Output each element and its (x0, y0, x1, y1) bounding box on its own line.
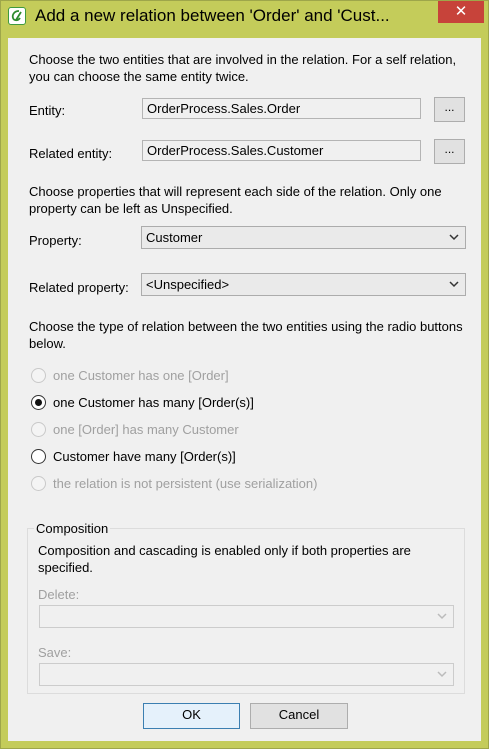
radio-selected-dot (35, 399, 42, 406)
properties-text: Choose properties that will represent ea… (29, 184, 442, 216)
delete-label: Delete: (38, 587, 80, 602)
radio-label: one [Order] has many Customer (53, 422, 239, 437)
radio-button[interactable] (31, 422, 46, 437)
property-select[interactable]: Customer (141, 226, 466, 249)
chevron-down-icon (449, 234, 459, 241)
composition-group: Composition Composition and cascading is… (27, 521, 465, 694)
ok-button[interactable]: OK (143, 703, 240, 729)
radio-button[interactable] (31, 449, 46, 464)
radio-button[interactable] (31, 368, 46, 383)
radio-button[interactable] (31, 395, 46, 410)
related-property-select[interactable]: <Unspecified> (141, 273, 466, 296)
dialog-body: Choose the two entities that are involve… (8, 38, 481, 741)
close-icon: ✕ (454, 3, 468, 20)
close-button[interactable]: ✕ (438, 1, 484, 23)
related-property-label: Related property: (29, 280, 129, 295)
composition-text: Composition and cascading is enabled onl… (38, 543, 411, 575)
title-bar[interactable]: Add a new relation between 'Order' and '… (1, 1, 488, 32)
related-entity-field[interactable]: OrderProcess.Sales.Customer (142, 140, 421, 161)
relation-type-text: Choose the type of relation between the … (29, 319, 463, 351)
entity-field[interactable]: OrderProcess.Sales.Order (142, 98, 421, 119)
chevron-down-icon (449, 281, 459, 288)
radio-button[interactable] (31, 476, 46, 491)
intro-text: Choose the two entities that are involve… (29, 52, 457, 84)
chevron-down-icon (437, 671, 447, 678)
chevron-down-icon (437, 613, 447, 620)
dialog-window: Add a new relation between 'Order' and '… (0, 0, 489, 749)
app-logo-icon (8, 7, 26, 25)
radio-label: one Customer has one [Order] (53, 368, 229, 383)
related-entity-browse-button[interactable]: ... (434, 139, 465, 164)
save-label: Save: (38, 645, 72, 660)
cancel-button[interactable]: Cancel (250, 703, 348, 729)
related-property-select-value: <Unspecified> (146, 277, 230, 292)
radio-label: one Customer has many [Order(s)] (53, 395, 254, 410)
property-select-value: Customer (146, 230, 203, 245)
related-entity-label: Related entity: (29, 146, 113, 161)
radio-label: the relation is not persistent (use seri… (53, 476, 318, 491)
entity-browse-button[interactable]: ... (434, 97, 465, 122)
radio-label: Customer have many [Order(s)] (53, 449, 236, 464)
composition-legend: Composition (34, 521, 111, 537)
delete-select[interactable] (39, 605, 454, 628)
entity-label: Entity: (29, 103, 66, 118)
window-title: Add a new relation between 'Order' and '… (35, 6, 390, 25)
save-select[interactable] (39, 663, 454, 686)
property-label: Property: (29, 233, 82, 248)
